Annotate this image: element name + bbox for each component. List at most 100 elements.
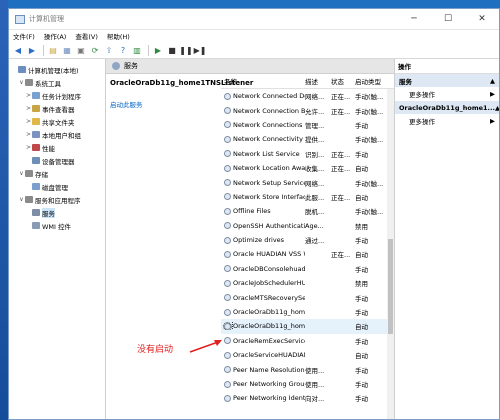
expand-arrow-icon[interactable]: > [25, 144, 32, 151]
table-row[interactable]: Network Connected Devi...网络... 正在... 手动(触.… [221, 89, 394, 103]
tree-item[interactable]: ∨ 系统工具 [9, 76, 105, 89]
expand-arrow-icon[interactable]: > [25, 118, 32, 125]
tree-item[interactable]: > 共享文件夹 [9, 115, 105, 128]
table-row[interactable]: Network Connections 管理... 手动 [221, 118, 394, 132]
service-name-cell: OpenSSH Authentication ... [221, 222, 305, 230]
tree-item[interactable]: > 性能 [9, 141, 105, 154]
collapse-up-icon: ▲ [494, 103, 500, 112]
tree-node-icon [32, 131, 40, 138]
service-description-cell: 允许... [305, 107, 325, 116]
table-row[interactable]: Network Connection Bro...允许... 正在... 手动(触.… [221, 103, 394, 117]
service-name-cell: Peer Networking Identity... [221, 394, 305, 402]
show-tree-icon[interactable]: ▦ [61, 44, 73, 56]
menu-action[interactable]: 操作(A) [44, 31, 67, 41]
service-startup-type-cell: 手动 [355, 309, 368, 318]
table-row[interactable]: Offline Files 脱机... 手动(触... [221, 204, 394, 218]
service-description-cell: Age... [305, 221, 324, 230]
table-row[interactable]: Oracle HUADIAN VSS Wr... 正在... 自动 [221, 247, 394, 261]
restart-icon[interactable]: ▶❚ [194, 44, 207, 56]
expand-arrow-icon[interactable]: ∨ [18, 79, 25, 86]
column-startup-type[interactable]: 启动类型 [355, 76, 385, 86]
actions-section-services[interactable]: 服务 ▲ [395, 74, 499, 87]
tree-item[interactable]: > 本地用户和组 [9, 128, 105, 141]
tree-item-label: 任务计划程序 [42, 92, 81, 101]
table-row[interactable]: Network List Service 识别... 正在... 手动 [221, 147, 394, 161]
service-status-cell: 正在... [331, 193, 351, 202]
table-row[interactable]: Network Store Interface ...此服... 正在... 自动 [221, 190, 394, 204]
play-icon[interactable]: ▶ [152, 44, 164, 56]
table-row[interactable]: OracleMTSRecoveryServi... 手动 [221, 290, 394, 304]
pause-icon[interactable]: ❚❚ [179, 44, 192, 56]
refresh-icon[interactable]: ⟳ [89, 44, 101, 56]
minimize-button[interactable]: ─ [397, 9, 431, 29]
tree-item[interactable]: > 事件查看器 [9, 102, 105, 115]
service-startup-type-cell: 禁用 [355, 222, 368, 231]
expand-arrow-icon[interactable]: > [25, 131, 32, 138]
tree-item[interactable]: 服务 [9, 206, 105, 219]
expand-arrow-icon[interactable]: > [25, 92, 32, 99]
tree-item[interactable]: 设备管理器 [9, 154, 105, 167]
service-gear-icon [224, 193, 231, 201]
service-gear-icon [224, 250, 231, 258]
table-row[interactable]: Peer Networking Groupi...使用... 手动 [221, 377, 394, 391]
stop-icon[interactable]: ■ [166, 44, 178, 56]
scrollbar-thumb[interactable] [388, 239, 393, 334]
service-name: OracleRemExecService [233, 336, 305, 345]
table-row[interactable]: OracleOraDb11g_home1... 手动 [221, 305, 394, 319]
column-status[interactable]: 状态 [331, 76, 355, 86]
table-row[interactable]: Peer Name Resolution Pr...使用... 手动 [221, 362, 394, 376]
service-name-cell: OracleMTSRecoveryServi... [221, 294, 305, 302]
menu-view[interactable]: 查看(V) [75, 31, 98, 41]
service-gear-icon [224, 294, 231, 302]
expand-arrow-icon[interactable]: ∨ [18, 170, 25, 177]
tree-item-label: 设备管理器 [42, 157, 75, 166]
start-service-link[interactable]: 启动此服务 [110, 99, 225, 109]
table-row[interactable]: OpenSSH Authentication ...Age... 禁用 [221, 219, 394, 233]
show-hide-icon[interactable]: ▥ [131, 44, 143, 56]
table-row[interactable]: Network Location Aware...收集... 正在... 自动 [221, 161, 394, 175]
table-row[interactable]: Network Connectivity Ass...提供... 手动(触... [221, 132, 394, 146]
tree-item[interactable]: > 任务计划程序 [9, 89, 105, 102]
service-name-cell: Peer Networking Groupi... [221, 380, 305, 388]
column-description[interactable]: 描述 [305, 76, 331, 86]
expand-arrow-icon[interactable]: > [25, 105, 32, 112]
close-button[interactable]: ✕ [465, 9, 499, 29]
service-startup-type-cell: 自动 [355, 165, 368, 174]
service-gear-icon [224, 308, 231, 316]
service-gear-icon [224, 279, 231, 287]
properties-icon[interactable]: ▣ [75, 44, 87, 56]
maximize-button[interactable]: ☐ [431, 9, 465, 29]
tree-item[interactable]: ∨ 服务和应用程序 [9, 193, 105, 206]
service-gear-icon [224, 92, 231, 100]
back-icon[interactable]: ◀ [12, 44, 24, 56]
export-icon[interactable]: ⇪ [103, 44, 115, 56]
menu-help[interactable]: 帮助(H) [107, 31, 130, 41]
column-name[interactable]: 名称 [221, 76, 305, 86]
service-name: OracleServiceHUADIAN [233, 351, 305, 360]
table-row[interactable]: Optimize drives 通过... 手动 [221, 233, 394, 247]
table-row[interactable]: OracleServiceHUADIAN 自动 [221, 348, 394, 362]
table-row[interactable]: OracleDBConsolehuadian 手动 [221, 262, 394, 276]
more-actions-services[interactable]: 更多操作 ▶ [395, 87, 499, 101]
tree-item[interactable]: 计算机管理(本地) [9, 63, 105, 76]
service-name: Oracle HUADIAN VSS Wr... [233, 250, 305, 259]
tree-item[interactable]: 磁盘管理 [9, 180, 105, 193]
table-row[interactable]: OracleRemExecService 手动 [221, 334, 394, 348]
menu-file[interactable]: 文件(F) [13, 31, 35, 41]
table-row[interactable]: OracleJobSchedulerHUA... 禁用 [221, 276, 394, 290]
table-row[interactable]: OracleOraDb11g_home1... 自动 [221, 319, 394, 334]
service-name-cell: Network Setup Service [221, 179, 305, 187]
forward-icon[interactable]: ▶ [26, 44, 38, 56]
actions-section-selected[interactable]: OracleOraDb11g_home1... ▲ [395, 101, 499, 114]
table-row[interactable]: Peer Networking Identity...向对... 手动 [221, 391, 394, 405]
tree-item[interactable]: WMI 控件 [9, 219, 105, 232]
more-actions-selected[interactable]: 更多操作 ▶ [395, 114, 499, 128]
help-icon[interactable]: ? [117, 44, 129, 56]
expand-arrow-icon[interactable]: ∨ [18, 196, 25, 203]
tree-item[interactable]: ∨ 存储 [9, 167, 105, 180]
vertical-scrollbar[interactable] [387, 89, 394, 419]
service-startup-type-cell: 手动(触... [355, 179, 384, 188]
table-row[interactable]: Network Setup Service 网络... 手动(触... [221, 175, 394, 189]
tree-node-icon [32, 144, 40, 151]
up-folder-icon[interactable]: ▤ [47, 44, 59, 56]
